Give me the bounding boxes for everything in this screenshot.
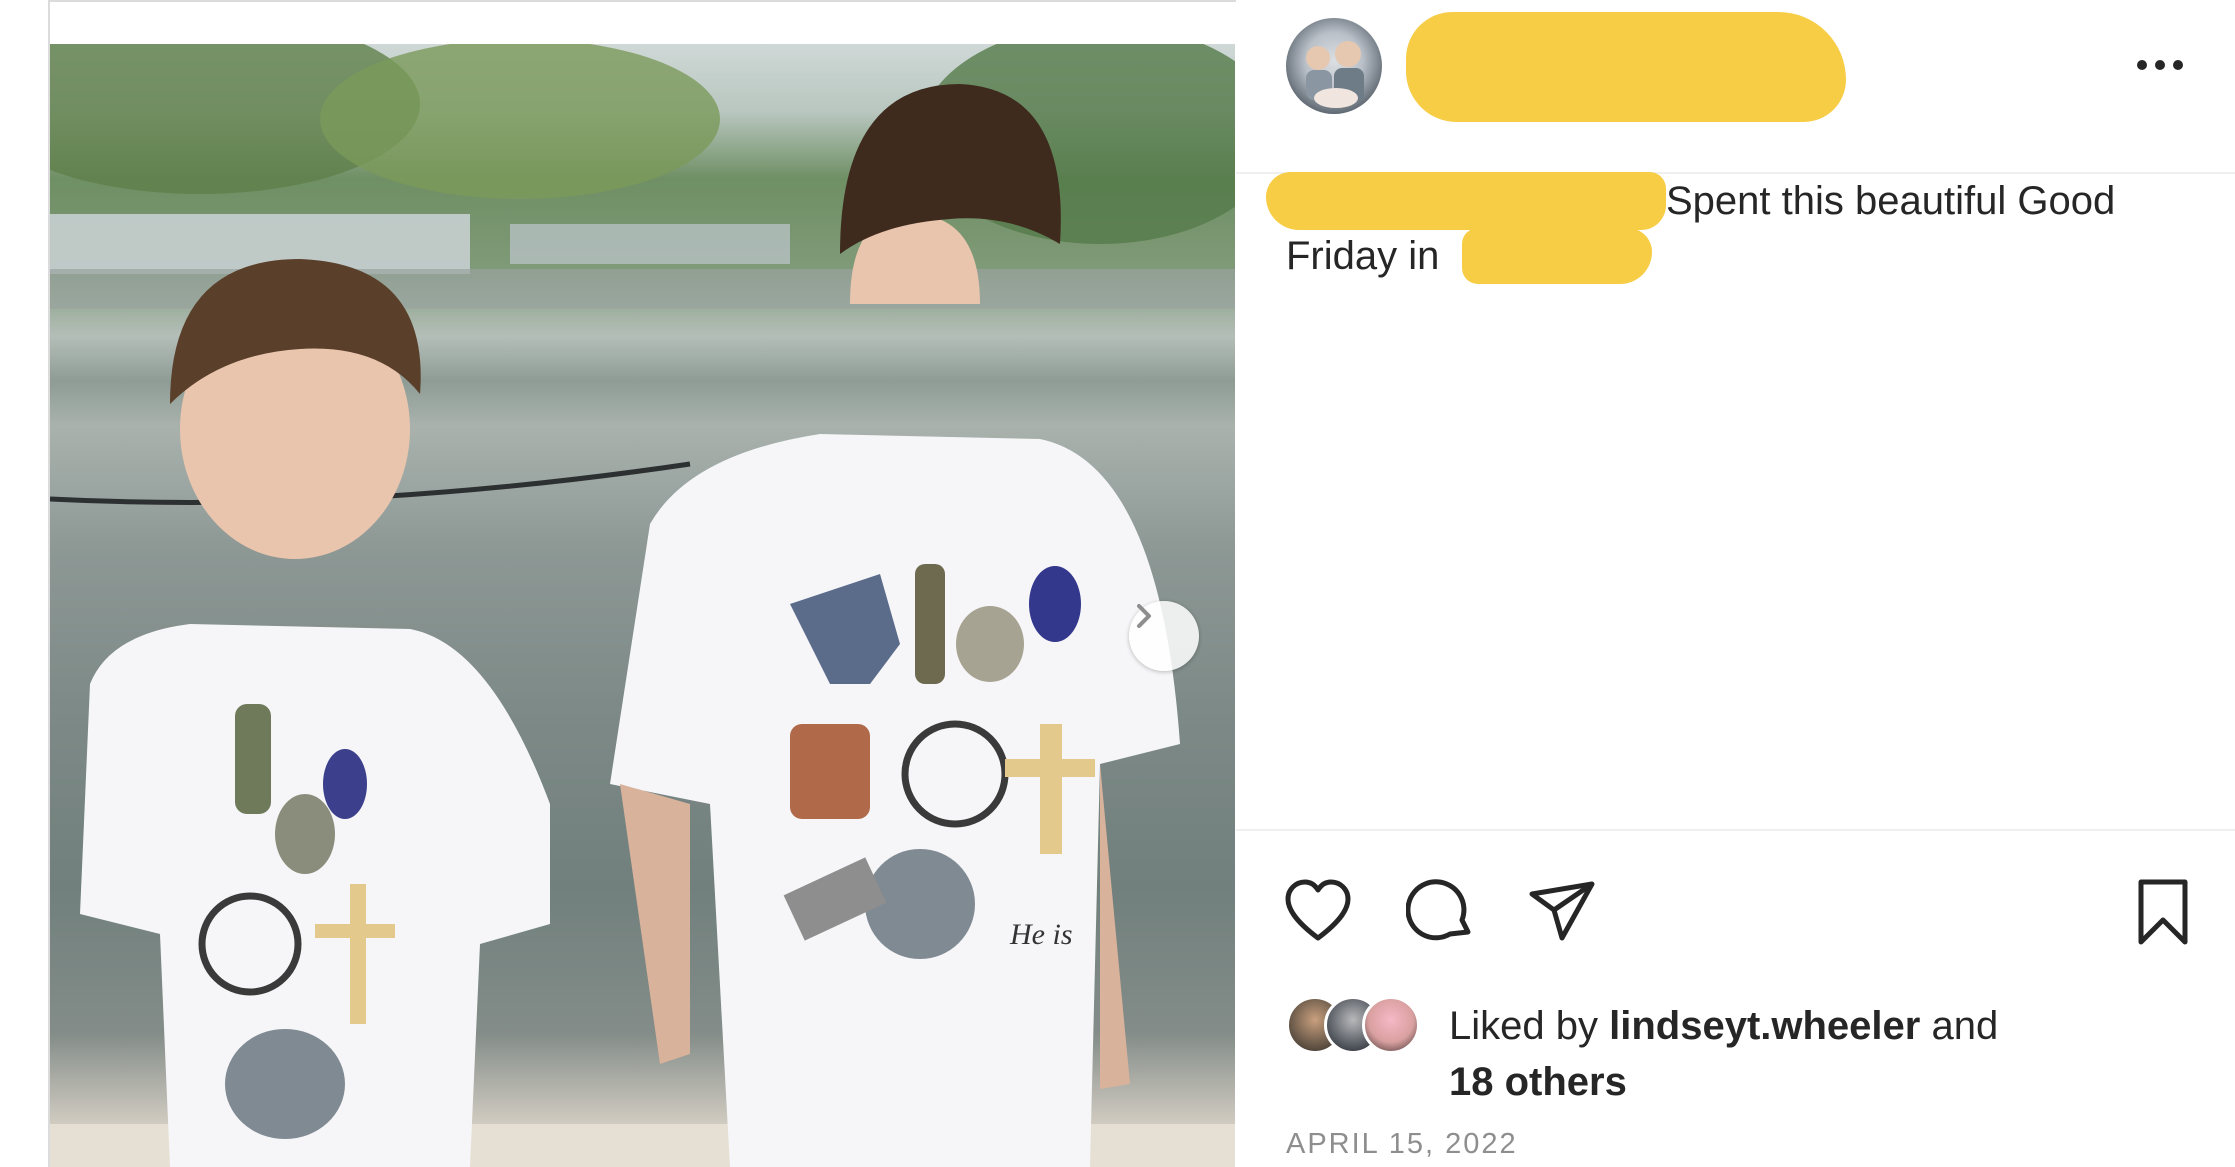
shirt-text: He is [1009,918,1073,951]
likes-text: Liked by lindseyt.wheeler and 18 others [1449,998,1998,1110]
caption-line-1: Spent this beautiful Good [1666,179,2116,223]
save-button[interactable] [2127,876,2199,948]
chevron-right-icon [1137,604,1151,628]
actions-divider [1236,829,2235,831]
post-photo[interactable]: He is [50,44,1235,1167]
redacted-caption-start [1266,172,1666,230]
bookmark-icon [2138,879,2188,945]
caption-line-2: Friday in [1286,234,1440,278]
child-left [80,259,550,1167]
avatar[interactable] [1286,18,1382,114]
post-details-panel: Spent this beautiful Good Friday in Like… [1236,0,2235,1167]
heart-icon [1285,879,1351,941]
liker-avatar-3[interactable] [1362,996,1420,1054]
left-gutter [0,0,48,1167]
redacted-location [1462,228,1652,284]
post-header [1236,0,2235,174]
comment-button[interactable] [1405,876,1478,948]
likes-conjunction: and [1920,1004,1999,1048]
share-button[interactable] [1526,876,1598,948]
paper-plane-icon [1529,881,1595,941]
avatar-photo [1306,41,1364,108]
comment-icon [1405,879,1471,941]
likes-summary: Liked by lindseyt.wheeler and 18 others [1286,990,2186,1110]
redacted-username [1406,12,1846,122]
next-photo-button[interactable] [1129,601,1199,671]
post-date[interactable]: APRIL 15, 2022 [1286,1128,1518,1161]
photo-illustration: He is [50,44,1235,1167]
more-options-button[interactable] [2130,52,2190,78]
likes-others-link[interactable]: 18 others [1449,1060,1627,1104]
ellipsis-icon [2137,60,2183,70]
likes-prefix: Liked by [1449,1004,1610,1048]
like-button[interactable] [1282,876,1354,948]
liker-username-link[interactable]: lindseyt.wheeler [1609,1004,1920,1048]
